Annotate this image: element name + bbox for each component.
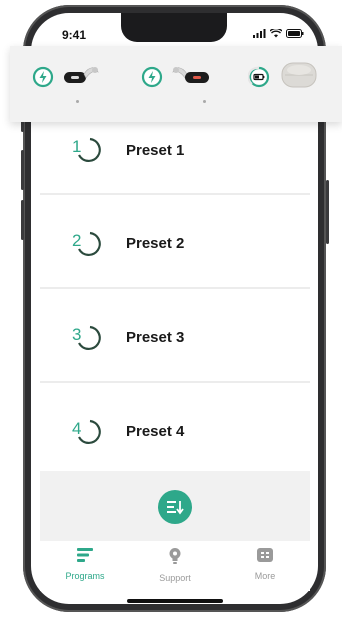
charging-icon [32,66,54,88]
indicator-dot [76,100,79,103]
tab-more[interactable]: More [230,547,300,581]
preset-row[interactable]: 1 Preset 1 [40,122,310,195]
device-left-hearing-aid[interactable] [32,64,102,103]
device-bar [10,46,342,122]
preset-number-icon: 1 [72,137,101,162]
reorder-button[interactable] [158,490,192,524]
reorder-list-icon [167,501,184,515]
wifi-icon [270,29,282,38]
tab-label: More [254,571,276,581]
preset-row[interactable]: 2 Preset 2 [40,195,310,289]
preset-number: 1 [72,137,81,156]
tab-label: Support [159,573,191,583]
preset-label: Preset 2 [126,235,185,252]
tab-programs[interactable]: Programs [50,547,120,581]
preset-number-icon: 2 [72,231,101,256]
indicator-dot [203,100,206,103]
preset-number-icon: 4 [72,419,101,444]
hearing-aid-right-icon [172,67,209,83]
tab-label: Programs [65,571,105,581]
lightbulb-icon [169,548,181,564]
action-area [40,471,310,541]
tab-bar: Programs Support More [40,541,310,591]
tab-support[interactable]: Support [140,547,210,583]
charging-icon [141,66,163,88]
home-indicator[interactable] [127,599,223,603]
side-button-left [21,200,24,240]
battery-status-icon [286,29,304,38]
preset-row[interactable]: 3 Preset 3 [40,289,310,383]
side-button-left [21,150,24,190]
status-time: 9:41 [62,28,87,42]
device-charger-case[interactable] [248,62,323,92]
programs-icon [77,548,93,562]
side-button-right [326,180,329,244]
preset-label: Preset 1 [126,142,185,159]
battery-icon [248,66,270,88]
status-icons [253,29,304,38]
preset-number: 4 [72,419,81,438]
more-icon [257,548,273,562]
preset-label: Preset 3 [126,329,185,346]
preset-row[interactable]: 4 Preset 4 [40,383,310,475]
notch [121,13,227,42]
preset-number: 2 [72,231,81,250]
preset-number-icon: 3 [72,325,101,350]
preset-number: 3 [72,325,81,344]
device-right-hearing-aid[interactable] [141,64,211,103]
charger-case-icon [281,62,317,88]
hearing-aid-left-icon [64,67,99,83]
preset-list: 1 Preset 1 2 Preset 2 3 Preset 3 4 Prese… [40,122,310,475]
signal-icon [253,29,266,38]
preset-label: Preset 4 [126,423,185,440]
